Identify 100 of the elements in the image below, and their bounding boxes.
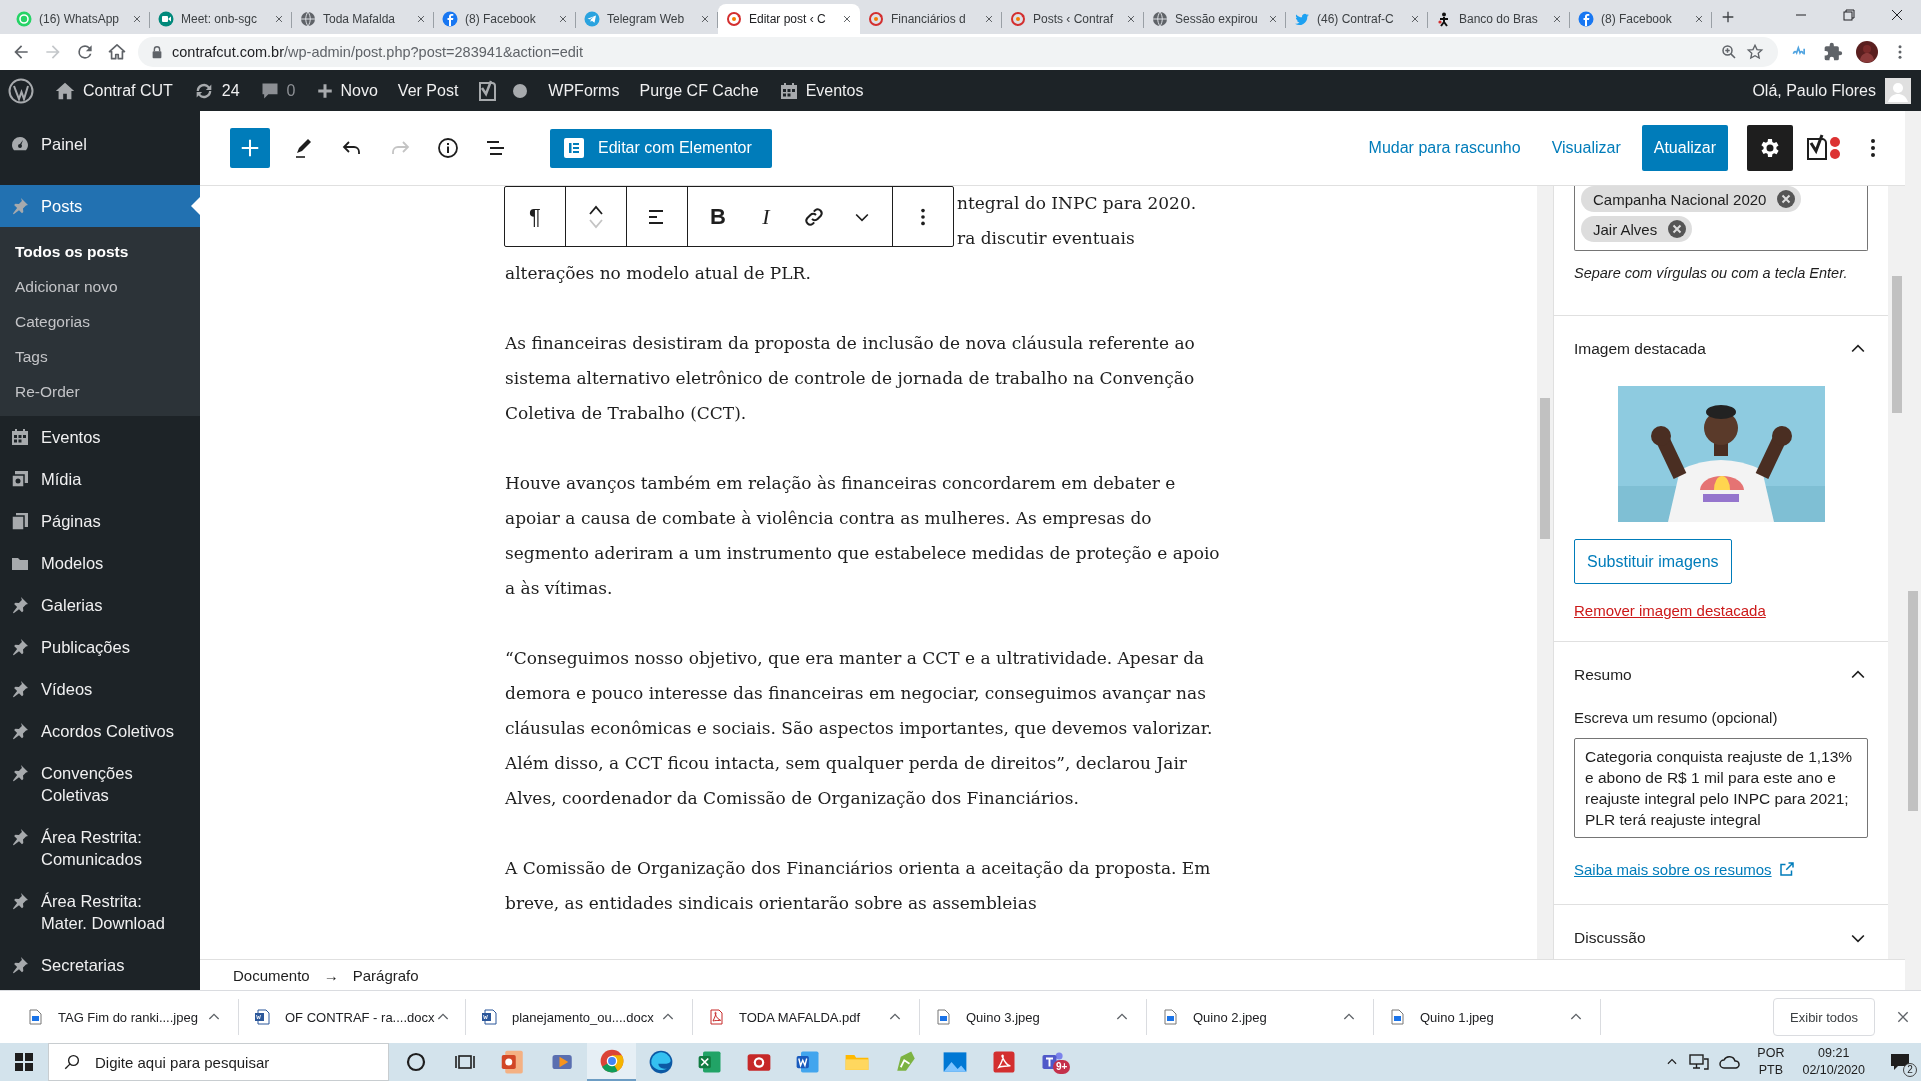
task-view-icon[interactable] [454,1052,475,1072]
comments-count[interactable]: 0 [286,81,296,100]
download-item[interactable]: Quino 3.jpeg [920,999,1147,1035]
sidebar-item[interactable]: Secretarias [0,944,200,986]
close-icon[interactable] [1268,14,1278,24]
browser-tab[interactable]: (8) Facebook [434,4,576,34]
close-icon[interactable] [700,14,710,24]
paragraph-button[interactable]: ¶ [511,192,559,241]
address-bar[interactable]: contrafcut.com.br/wp-admin/post.php?post=283941&action=edit [138,37,1778,67]
language-indicator[interactable]: POR PTB [1757,1045,1785,1079]
sidebar-item[interactable]: Painel [0,123,200,165]
taskbar-app[interactable] [587,1043,636,1081]
notification-icon[interactable] [1889,1051,1911,1073]
reload-icon[interactable] [75,42,95,62]
browser-tab[interactable]: Banco do Bras [1428,4,1570,34]
submenu-item[interactable]: Re-Order [0,374,200,409]
sidebar-item[interactable]: Convenções Coletivas [0,752,200,816]
close-icon[interactable] [1410,14,1420,24]
sidebar-item[interactable]: Publicações [0,626,200,668]
cloud-icon[interactable] [1719,1054,1742,1070]
close-icon[interactable] [1552,14,1562,24]
avatar-icon[interactable] [1856,41,1878,63]
bold-button[interactable]: B [694,192,742,241]
download-item[interactable]: TAG Fim do ranki....jpeg [12,999,239,1035]
browser-tab[interactable]: Meet: onb-sgc [150,4,292,34]
tags-field[interactable]: Campanha Nacional 2020 Jair Alves [1574,186,1868,251]
zoom-icon[interactable] [1720,43,1738,61]
info-icon[interactable] [436,136,460,160]
sidebar-item[interactable]: Eventos [0,416,200,458]
close-icon[interactable] [984,14,994,24]
add-block-button[interactable] [230,128,270,168]
sidebar-item[interactable]: Área Restrita: Comunicados [0,816,200,880]
remove-icon[interactable] [1667,219,1688,239]
sidebar-item[interactable]: Vídeos [0,668,200,710]
download-item[interactable]: Quino 2.jpeg [1147,999,1374,1035]
draft-link[interactable]: Mudar para rascunho [1368,139,1521,157]
submenu-item[interactable]: Adicionar novo [0,269,200,304]
search-field[interactable]: Digite aqui para pesquisar [48,1043,389,1081]
close-icon[interactable] [416,14,426,24]
browser-tab[interactable]: Editar post ‹ C [718,4,860,34]
sidebar-item[interactable]: Área Restrita: Mater. Download [0,880,200,944]
replace-image-button[interactable]: Substituir imagens [1574,539,1732,584]
avatar-icon[interactable] [1885,77,1911,104]
star-icon[interactable] [1746,43,1764,61]
events-link[interactable]: Eventos [805,81,864,100]
update-button[interactable]: Atualizar [1641,125,1728,171]
close-icon[interactable] [1694,14,1704,24]
breadcrumb-link[interactable]: Documento [233,966,310,984]
network-icon[interactable] [1689,1053,1710,1071]
browser-tab[interactable]: Posts ‹ Contraf [1002,4,1144,34]
section-header[interactable]: Imagem destacada [1554,316,1888,382]
sidebar-item[interactable]: Posts [0,185,200,227]
browser-tab[interactable]: (8) Facebook [1570,4,1712,34]
site-link[interactable]: Contraf CUT [83,81,173,100]
updates-count[interactable]: 24 [221,81,240,100]
new-tab-icon[interactable] [1720,9,1736,25]
italic-button[interactable]: I [742,192,790,241]
remove-image-link[interactable]: Remover imagem destacada [1574,602,1766,619]
move-up-icon[interactable] [587,203,605,216]
section-header[interactable]: Discussão [1554,905,1888,959]
scrollbar[interactable] [1537,186,1553,959]
show-all-button[interactable]: Exibir todos [1773,998,1875,1036]
sidebar-item[interactable]: Modelos [0,542,200,584]
submenu-item[interactable]: Categorias [0,304,200,339]
breadcrumb-link[interactable]: Parágrafo [352,966,419,984]
help-link[interactable]: Saiba mais sobre os resumos [1574,860,1868,878]
view-post-link[interactable]: Ver Post [397,81,459,100]
puzzle-icon[interactable] [1823,42,1843,62]
sidebar-item[interactable]: Galerias [0,584,200,626]
settings-button[interactable] [1747,125,1793,171]
sidebar-item[interactable]: Acordos Coletivos [0,710,200,752]
submenu-item[interactable]: Todos os posts [0,234,200,269]
wordpress-logo[interactable] [8,77,34,104]
circle-icon[interactable] [405,1052,426,1072]
sidebar-item[interactable]: Mídia [0,458,200,500]
menu-link[interactable]: WPForms [548,81,620,100]
close-icon[interactable] [842,14,852,24]
close-icon[interactable] [1126,14,1136,24]
browser-tab[interactable]: (16) WhatsApp [8,4,150,34]
clock[interactable]: 09:21 02/10/2020 [1802,1045,1865,1079]
home-icon[interactable] [107,42,127,62]
new-link[interactable]: Novo [340,81,378,100]
menu-link[interactable]: Purge CF Cache [639,81,759,100]
yoast-icon[interactable] [1805,134,1843,162]
greeting-link[interactable]: Olá, Paulo Flores [1752,81,1876,100]
restore-icon[interactable] [1843,9,1855,21]
close-icon[interactable] [274,14,284,24]
preview-link[interactable]: Visualizar [1551,139,1621,157]
download-item[interactable]: Quino 1.jpeg [1374,999,1601,1035]
scrollbar[interactable] [1888,186,1905,959]
excerpt-field[interactable]: Categoria conquista reajuste de 1,13% e abono de R$ 1 mil para este ano e reajuste integral pelo INPC para 2021; PLR terá reajuste integral [1574,738,1868,838]
taskbar-app[interactable]: 9+ [1028,1043,1077,1081]
section-header[interactable]: Resumo [1554,642,1888,708]
browser-tab[interactable]: Financiários d [860,4,1002,34]
download-item[interactable]: OF CONTRAF - ra....docx [239,999,466,1035]
close-icon[interactable] [1891,9,1903,21]
download-item[interactable]: planejamento_ou....docx [466,999,693,1035]
close-icon[interactable] [132,14,142,24]
browser-tab[interactable]: Telegram Web [576,4,718,34]
submenu-item[interactable]: Tags [0,339,200,374]
